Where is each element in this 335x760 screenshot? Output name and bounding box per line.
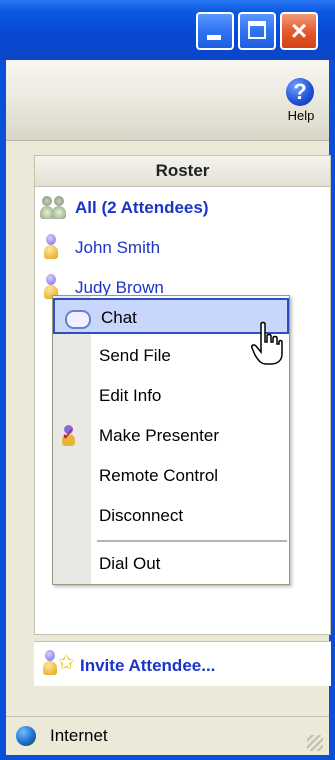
menu-item-dial-out[interactable]: Dial Out bbox=[53, 546, 289, 582]
roster-header: Roster bbox=[35, 156, 330, 187]
title-bar[interactable]: × bbox=[0, 0, 335, 60]
menu-item-label: Disconnect bbox=[99, 506, 184, 525]
menu-item-make-presenter[interactable]: ✓ Make Presenter bbox=[53, 418, 289, 454]
invite-label: Invite Attendee... bbox=[80, 656, 216, 675]
attendee-icon bbox=[43, 234, 59, 260]
menu-item-label: Remote Control bbox=[99, 466, 219, 485]
menu-separator bbox=[97, 540, 287, 542]
chat-icon bbox=[65, 310, 91, 329]
toolbar: ? Help bbox=[6, 60, 329, 141]
app-window: × ? Help Roster All (2 Attendees) John S… bbox=[0, 0, 335, 760]
menu-item-label: Make Presenter bbox=[99, 426, 219, 445]
minimize-button[interactable] bbox=[196, 12, 234, 50]
help-label: Help bbox=[287, 108, 315, 123]
maximize-icon bbox=[248, 21, 266, 39]
menu-item-disconnect[interactable]: Disconnect bbox=[53, 498, 289, 534]
menu-item-edit-info[interactable]: Edit Info bbox=[53, 378, 289, 414]
checkmark-icon: ✓ bbox=[61, 424, 77, 444]
help-icon: ? bbox=[286, 78, 314, 106]
roster-item-attendee[interactable]: John Smith bbox=[35, 234, 330, 262]
maximize-button[interactable] bbox=[238, 12, 276, 50]
menu-item-remote-control[interactable]: Remote Control bbox=[53, 458, 289, 494]
close-button[interactable]: × bbox=[280, 12, 318, 50]
menu-item-label: Dial Out bbox=[99, 554, 161, 573]
roster-item-all[interactable]: All (2 Attendees) bbox=[35, 194, 330, 222]
minimize-icon bbox=[207, 35, 221, 40]
star-icon: ✩ bbox=[58, 652, 75, 674]
resize-grip[interactable] bbox=[307, 735, 323, 751]
group-icon bbox=[39, 196, 73, 220]
invite-attendee-link[interactable]: ✩ Invite Attendee... bbox=[34, 641, 331, 686]
menu-item-label: Chat bbox=[101, 308, 137, 327]
invite-person-icon bbox=[42, 650, 58, 676]
menu-item-label: Send File bbox=[99, 346, 171, 365]
menu-item-label: Edit Info bbox=[99, 386, 162, 405]
help-button[interactable]: ? Help bbox=[279, 78, 319, 128]
attendee-name: John Smith bbox=[75, 238, 161, 257]
globe-icon bbox=[16, 726, 36, 746]
close-icon: × bbox=[290, 15, 308, 46]
hand-cursor-icon bbox=[251, 321, 283, 365]
status-zone-label: Internet bbox=[50, 726, 108, 745]
roster-all-label: All (2 Attendees) bbox=[75, 198, 209, 217]
status-bar: Internet bbox=[6, 716, 329, 755]
